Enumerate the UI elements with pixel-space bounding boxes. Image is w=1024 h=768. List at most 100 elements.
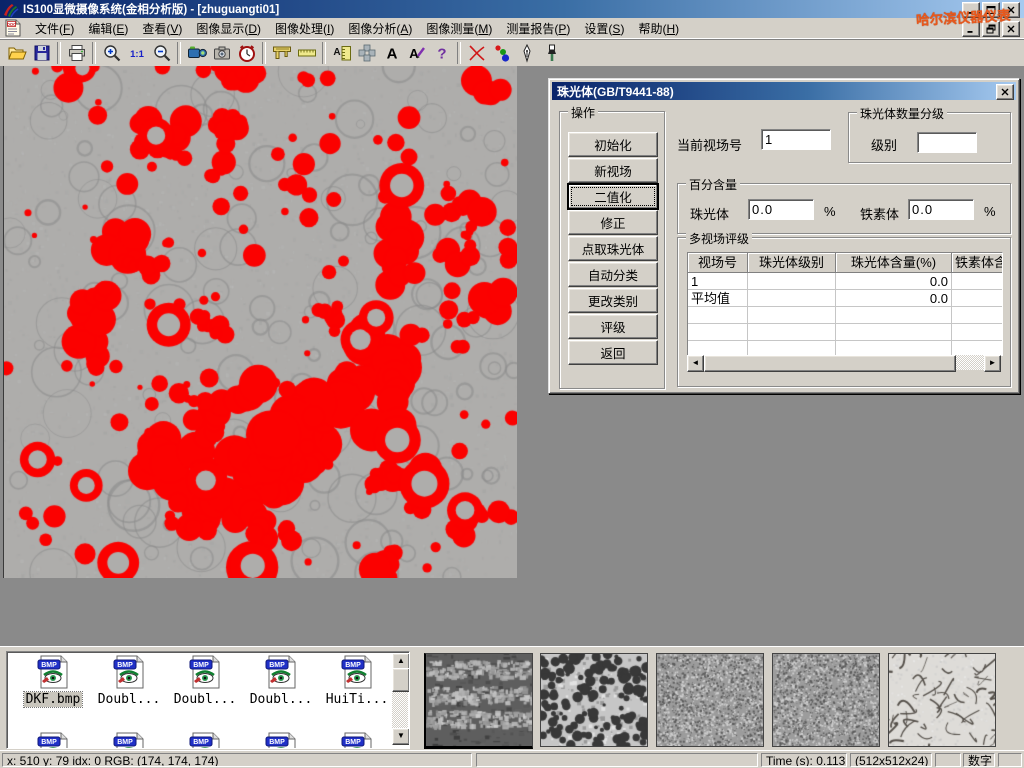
menu-item-8[interactable]: 测量报告(P) [499,18,577,39]
file-item-3[interactable]: BMP Doubl... [167,655,243,707]
classify-icon[interactable] [489,41,514,65]
file-item-row2-3[interactable]: BMP [167,732,243,749]
menu-item-9[interactable]: 设置(S) [577,18,631,39]
file-item-row2-5[interactable]: BMP [319,732,395,749]
table-empty-row[interactable] [688,324,1002,341]
file-item-2[interactable]: BMPDoubl... [91,655,167,707]
zoom-out-icon[interactable] [149,41,174,65]
save-icon[interactable] [29,41,54,65]
pen-icon[interactable] [514,41,539,65]
dialog-title-bar[interactable]: 珠光体(GB/T9441-88) [552,82,1016,100]
thumbnail-1[interactable] [424,653,533,749]
menu-item-3[interactable]: 查看(V) [135,18,189,39]
scrollbar-track[interactable] [956,355,984,370]
table-cell [836,307,952,324]
op-button-2[interactable]: 新视场 [568,158,658,183]
thumbnail-2[interactable] [540,653,648,747]
op-button-6[interactable]: 自动分类 [568,262,658,287]
dialog-close-icon[interactable] [996,84,1014,100]
thumbnail-4[interactable] [772,653,880,747]
annotate-icon[interactable]: A [404,41,429,65]
rating-table[interactable]: 视场号珠光体级别珠光体含量(%)铁素体含量(%)10.0平均值0.0 [687,252,1003,356]
scroll-right-icon[interactable]: ► [984,355,1001,372]
scroll-left-icon[interactable]: ◄ [687,355,704,372]
svg-text:BMP: BMP [193,662,209,669]
file-item-row2-4[interactable]: BMP [243,732,319,749]
menu-item-6[interactable]: 图像分析(A) [341,18,419,39]
minimize-icon[interactable] [962,2,980,18]
thumbnail-5[interactable] [888,653,996,747]
ruler-icon[interactable] [294,41,319,65]
video-camera-icon[interactable] [184,41,209,65]
timer-icon[interactable] [234,41,259,65]
bottom-panel: ▲ ▼ BMPDKF.bmpBMPBMPDoubl...BMPBMPDoubl.… [0,646,1024,751]
menu-item-1[interactable]: 文件(F) [28,18,81,39]
table-row-2[interactable]: 平均值0.0 [688,290,1002,307]
table-horizontal-scrollbar[interactable]: ◄ ► [687,355,1001,370]
file-item-1[interactable]: BMPDKF.bmp [15,655,91,707]
document-icon[interactable]: DOC [4,19,22,37]
table-cell [748,341,836,356]
svg-text:BMP: BMP [269,739,285,746]
file-item-row2-2[interactable]: BMP [91,732,167,749]
op-button-9[interactable]: 返回 [568,340,658,365]
op-button-1[interactable]: 初始化 [568,132,658,157]
file-item-5[interactable]: BMPHuiTi... [319,655,395,707]
current-view-input[interactable]: 1 [761,129,831,150]
maximize-icon[interactable] [982,2,1000,18]
operations-group-label: 操作 [568,104,598,121]
grade-label: 级别 [871,135,897,154]
op-button-7[interactable]: 更改类别 [568,288,658,313]
menu-item-2[interactable]: 编辑(E) [81,18,135,39]
grid-merge-icon[interactable] [354,41,379,65]
title-bar: IS100显微摄像系统(金相分析版) - [zhuguangti01] [0,0,1024,18]
ferrite-input[interactable]: 0.0 [908,199,974,220]
caliper-icon[interactable] [269,41,294,65]
thumbnail-3[interactable] [656,653,764,747]
close-icon[interactable] [1002,2,1020,18]
open-icon[interactable] [4,41,29,65]
metallograph-image[interactable] [3,66,517,578]
pearlite-label: 珠光体 [690,204,729,223]
op-button-8[interactable]: 评级 [568,314,658,339]
pearlite-input[interactable]: 0.0 [748,199,814,220]
toolbar-separator [57,42,61,64]
help-icon[interactable]: ? [429,41,454,65]
file-list[interactable]: ▲ ▼ BMPDKF.bmpBMPBMPDoubl...BMPBMPDoubl.… [6,651,410,749]
menu-item-5[interactable]: 图像处理(I) [268,18,341,39]
table-row-1[interactable]: 10.0 [688,273,1002,290]
svg-text:1:1: 1:1 [130,49,144,60]
grade-input[interactable] [917,132,977,153]
file-name: Doubl... [172,692,239,707]
empty-status-panel [476,753,758,767]
op-button-5[interactable]: 点取珠光体 [568,236,658,261]
op-button-4[interactable]: 修正 [568,210,658,235]
file-item-row2-1[interactable]: BMP [15,732,91,749]
menu-item-7[interactable]: 图像测量(M) [419,18,499,39]
child-restore-icon[interactable] [982,21,1000,37]
file-name: Doubl... [96,692,163,707]
table-cell [952,324,1003,341]
op-button-3[interactable]: 二值化 [568,184,658,209]
table-empty-row[interactable] [688,307,1002,324]
ferrite-percent-sign: % [984,204,996,219]
app-icon [3,2,19,16]
menu-bar: DOC 文件(F)编辑(E)查看(V)图像显示(D)图像处理(I)图像分析(A)… [0,18,1024,39]
file-item-4[interactable]: BMPDoubl... [243,655,319,707]
menu-item-4[interactable]: 图像显示(D) [189,18,268,39]
brush-icon[interactable] [539,41,564,65]
scrollbar-thumb[interactable] [704,355,956,372]
text-icon[interactable]: A [379,41,404,65]
child-close-icon[interactable] [1002,21,1020,37]
curve-tool-icon[interactable] [464,41,489,65]
table-header-cell: 珠光体含量(%) [836,253,952,273]
zoom-in-icon[interactable] [99,41,124,65]
menu-item-10[interactable]: 帮助(H) [631,18,686,39]
print-icon[interactable] [64,41,89,65]
table-empty-row[interactable] [688,341,1002,356]
camera-icon[interactable] [209,41,234,65]
actual-size-icon[interactable]: 1:1 [124,41,149,65]
child-minimize-icon[interactable] [962,21,980,37]
current-view-label: 当前视场号 [677,135,742,154]
measure-text-icon[interactable]: A [329,41,354,65]
